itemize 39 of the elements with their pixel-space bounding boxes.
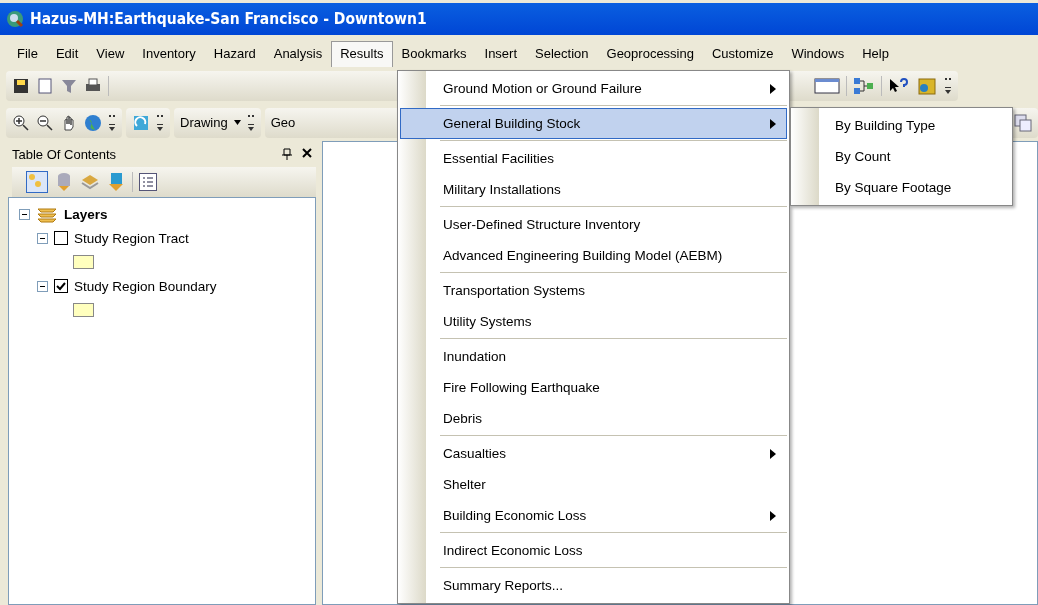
menu-entry[interactable]: Military Installations	[400, 174, 787, 205]
menu-entry[interactable]: By Count	[791, 141, 1012, 172]
menu-item[interactable]: Analysis	[264, 41, 332, 67]
menu-item[interactable]: Geoprocessing	[597, 41, 703, 67]
menu-item[interactable]: Help	[853, 41, 898, 67]
menu-entry[interactable]: Advanced Engineering Building Model (AEBM)	[400, 240, 787, 271]
menu-item[interactable]: Hazard	[204, 41, 265, 67]
layer-label[interactable]: Study Region Tract	[74, 230, 189, 246]
menu-item[interactable]: Selection	[526, 41, 598, 67]
menu-item[interactable]: Bookmarks	[392, 41, 476, 67]
menu-entry[interactable]: Transportation Systems	[400, 275, 787, 306]
menu-entry[interactable]: Utility Systems	[400, 306, 787, 337]
layer-label[interactable]: Study Region Boundary	[74, 278, 217, 294]
menu-entry[interactable]: Inundation	[400, 341, 787, 372]
menu-item[interactable]: Customize	[703, 41, 783, 67]
menu-entry[interactable]: Indirect Economic Loss	[400, 535, 787, 566]
menu-entry[interactable]: User-Defined Structure Inventory	[400, 209, 787, 240]
window-title: Hazus-MH:Earthquake-San Francisco - Downtown1	[30, 10, 427, 28]
menu-entry[interactable]: Shelter	[400, 469, 787, 500]
menu-entry[interactable]: Debris	[400, 403, 787, 434]
layer-group-label[interactable]: Layers	[64, 206, 108, 222]
menu-entry[interactable]: Fire Following Earthquake	[400, 372, 787, 403]
menu-entry[interactable]: General Building Stock	[400, 108, 787, 139]
menu-item[interactable]: Results	[331, 41, 393, 67]
menu-entry[interactable]: Ground Motion or Ground Failure	[400, 73, 787, 104]
menu-item[interactable]: Edit	[46, 41, 88, 67]
menu-item[interactable]: Inventory	[133, 41, 205, 67]
menu-entry[interactable]: Essential Facilities	[400, 143, 787, 174]
menu-item[interactable]: Insert	[475, 41, 527, 67]
menu-item[interactable]: File	[8, 41, 47, 67]
menu-item[interactable]: Windows	[782, 41, 854, 67]
menu-item[interactable]: View	[87, 41, 134, 67]
panel-title: Table Of Contents	[12, 146, 117, 162]
menu-entry[interactable]: By Square Footage	[791, 172, 1012, 203]
menu-entry[interactable]: Casualties	[400, 438, 787, 469]
menu-entry[interactable]: By Building Type	[791, 110, 1012, 141]
toolbar-label[interactable]: Geo	[270, 115, 296, 130]
menu-entry[interactable]: Summary Reports...	[400, 570, 787, 601]
menu-entry[interactable]: Building Economic Loss	[400, 500, 787, 531]
